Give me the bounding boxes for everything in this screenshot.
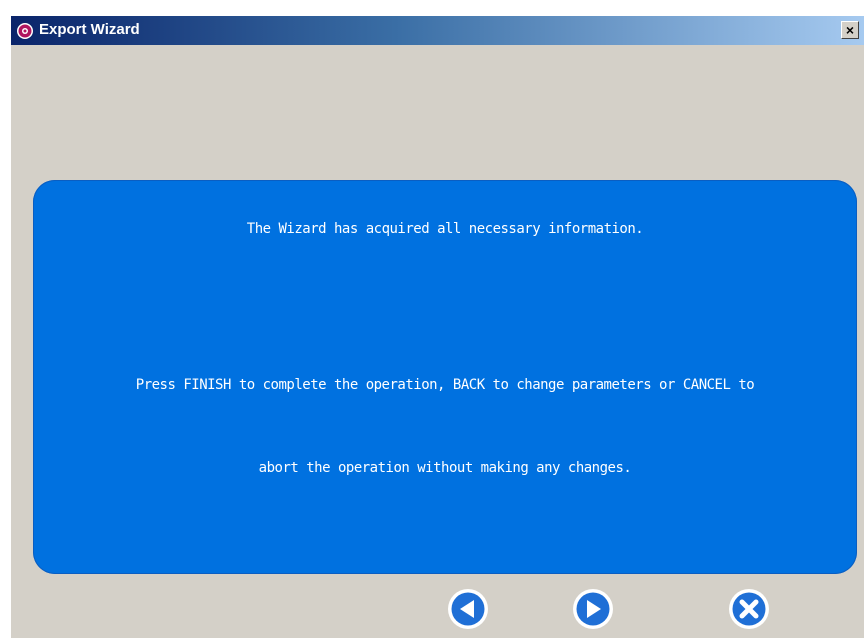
cancel-button[interactable]: [728, 588, 770, 630]
info-message-line-3: abort the operation without making any c…: [258, 460, 632, 476]
title-bar[interactable]: Export Wizard ×: [11, 16, 864, 45]
window-title: Export Wizard: [39, 21, 140, 38]
finish-button[interactable]: [572, 588, 614, 630]
info-message-line-1: The Wizard has acquired all necessary in…: [246, 221, 644, 237]
info-panel: The Wizard has acquired all necessary in…: [33, 180, 857, 574]
close-icon: ×: [845, 22, 855, 38]
next-arrow-icon: [573, 589, 613, 629]
back-button[interactable]: [447, 588, 489, 630]
cancel-x-icon: [729, 589, 769, 629]
close-button[interactable]: ×: [841, 21, 859, 39]
info-message-line-2: Press FINISH to complete the operation, …: [135, 377, 755, 393]
back-arrow-icon: [448, 589, 488, 629]
app-icon: [16, 22, 34, 40]
export-wizard-window: Export Wizard × The Wizard has acquired …: [11, 16, 864, 638]
